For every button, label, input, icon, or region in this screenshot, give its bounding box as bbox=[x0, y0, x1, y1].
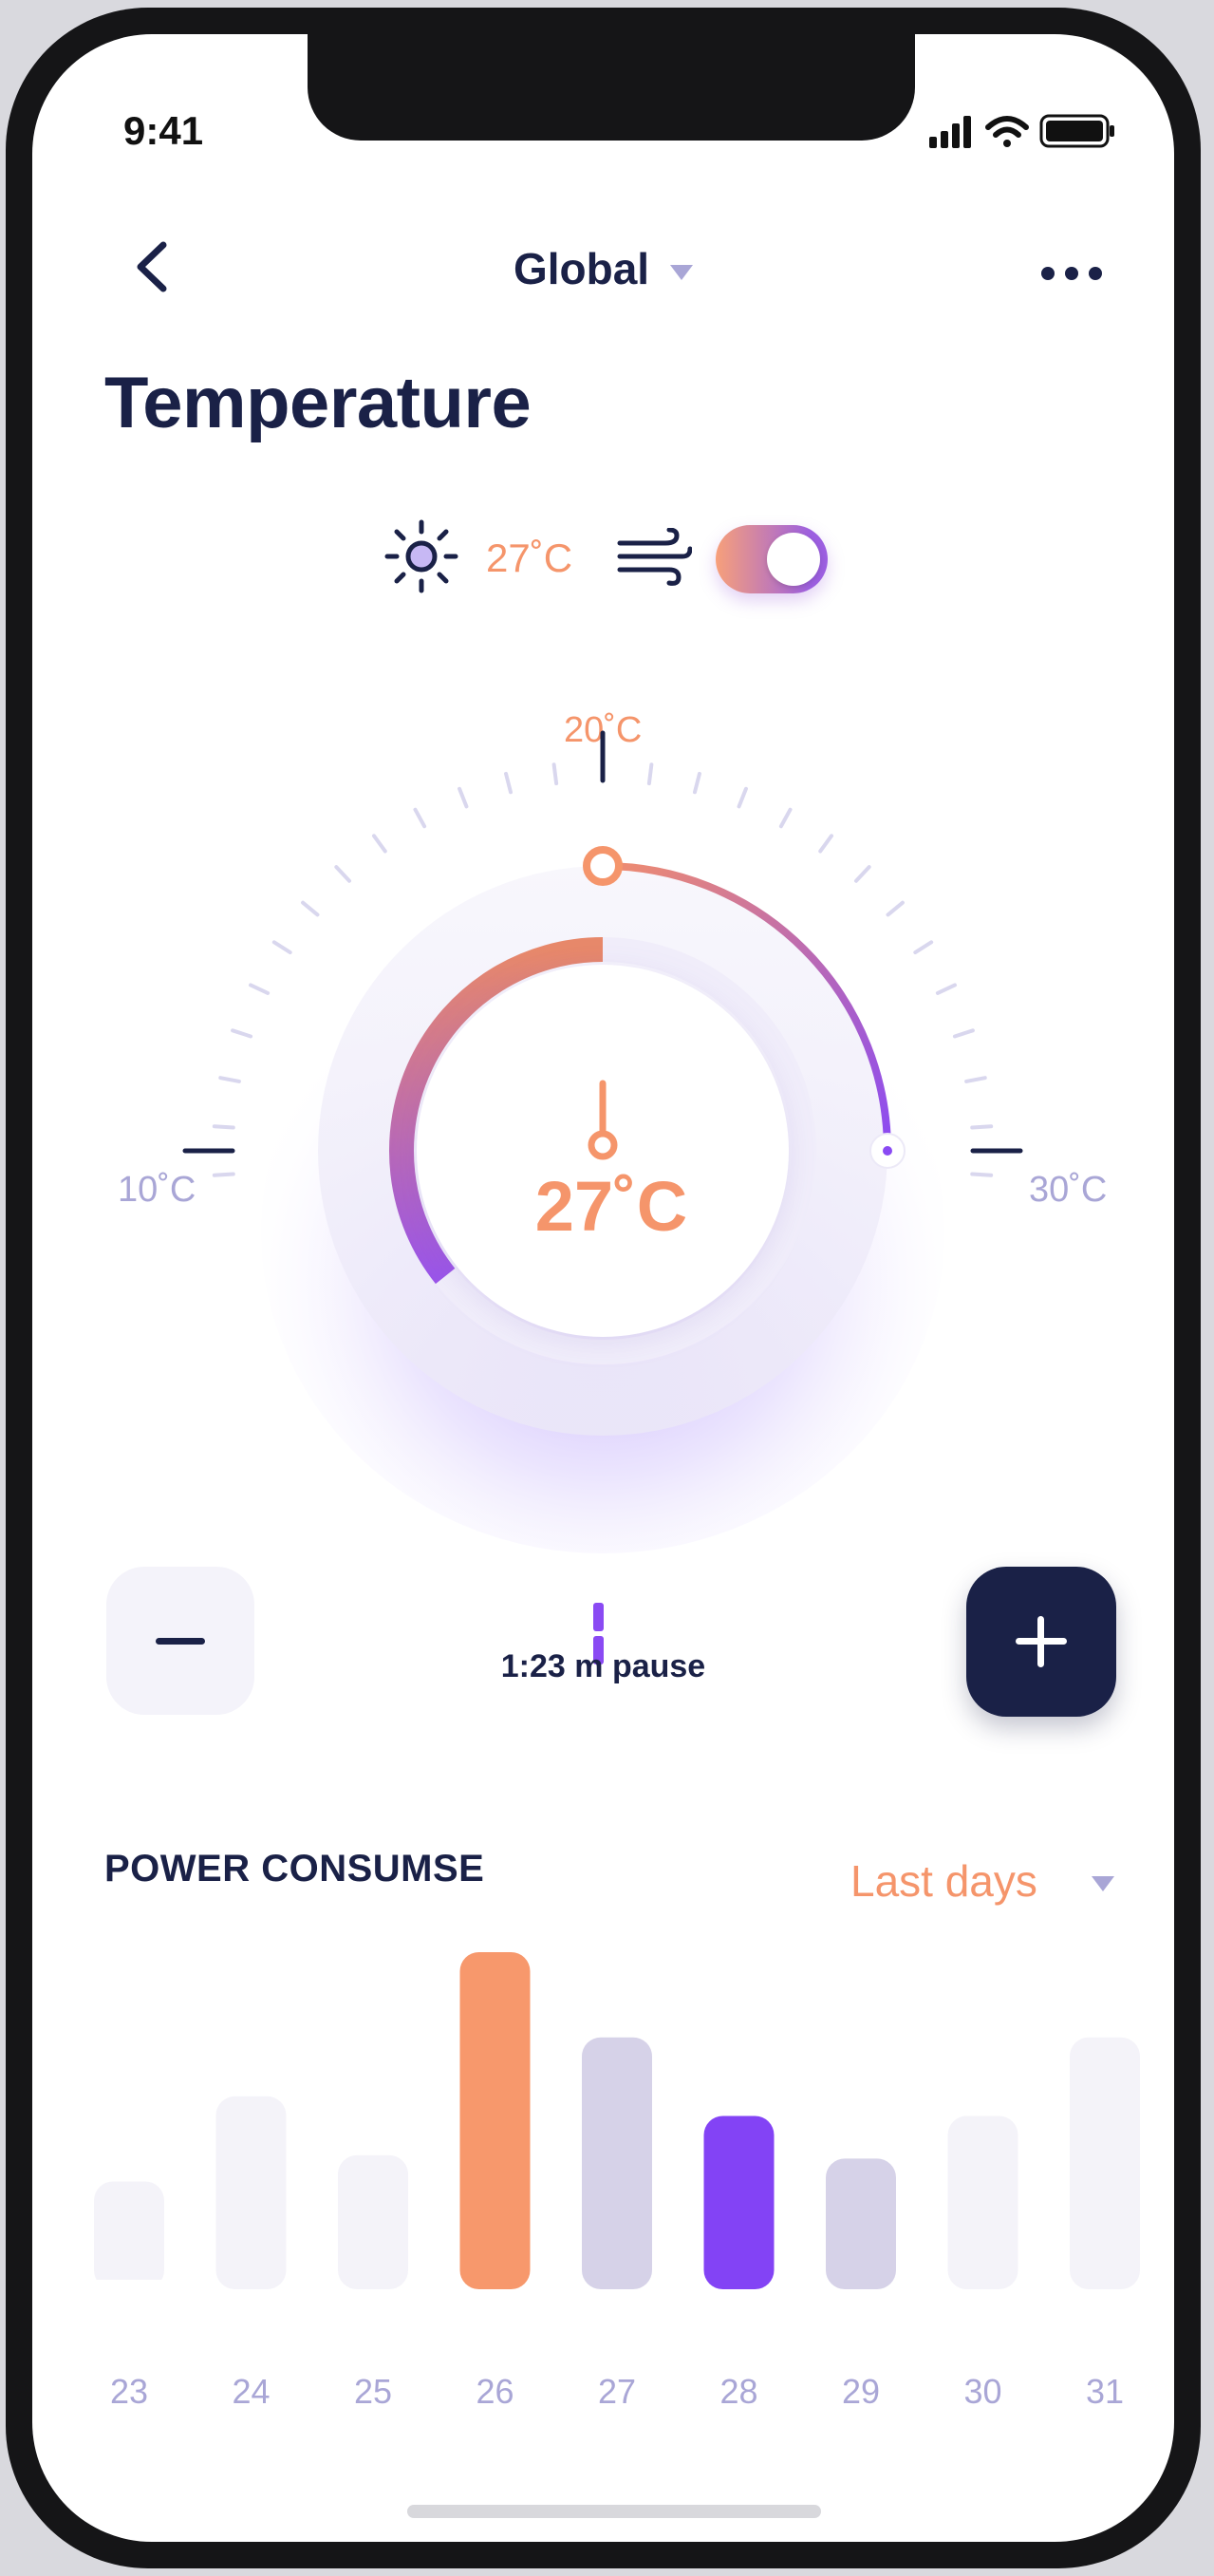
home-indicator[interactable] bbox=[407, 2505, 821, 2518]
chart-x-label: 30 bbox=[963, 2372, 1001, 2411]
minus-icon bbox=[156, 1637, 205, 1645]
signal-icon bbox=[929, 116, 971, 148]
chart-bar bbox=[703, 2115, 775, 2289]
chart-x-label: 23 bbox=[110, 2372, 148, 2411]
location-dropdown[interactable]: Global bbox=[32, 243, 1174, 294]
dial-tick bbox=[551, 762, 559, 786]
status-icons bbox=[929, 114, 1114, 148]
chart-x-label: 28 bbox=[719, 2372, 757, 2411]
dial-tick bbox=[646, 762, 654, 786]
chart-bar bbox=[826, 2158, 896, 2289]
chart-x-label: 29 bbox=[842, 2372, 880, 2411]
page-title: Temperature bbox=[104, 363, 532, 443]
chart-x-label: 31 bbox=[1086, 2372, 1124, 2411]
pause-icon[interactable] bbox=[593, 1603, 622, 1664]
dial-tick bbox=[231, 1028, 253, 1039]
ac-power-toggle[interactable] bbox=[716, 525, 828, 593]
chart-bar bbox=[947, 2115, 1018, 2289]
filter-caret-icon[interactable] bbox=[1092, 1876, 1114, 1891]
period-filter[interactable]: Last days bbox=[850, 1855, 1037, 1907]
increase-button[interactable] bbox=[966, 1567, 1116, 1717]
dial-tick bbox=[935, 983, 957, 995]
dial-tick bbox=[970, 1124, 994, 1130]
chart-x-label: 25 bbox=[354, 2372, 392, 2411]
toggle-knob bbox=[767, 533, 820, 586]
dial-tick bbox=[778, 807, 793, 829]
section-title: POWER CONSUMSE bbox=[104, 1848, 485, 1890]
dial-tick bbox=[952, 1028, 975, 1039]
dial-tick bbox=[737, 786, 748, 809]
dial-tick bbox=[818, 834, 833, 854]
dial-tick bbox=[886, 900, 905, 917]
dial-tick bbox=[372, 834, 387, 854]
dial-tick bbox=[271, 940, 292, 955]
chart-bar bbox=[582, 2037, 652, 2289]
dial-tick bbox=[970, 1172, 994, 1177]
dropdown-caret-icon bbox=[670, 264, 694, 280]
dial-tick bbox=[853, 865, 871, 883]
chart-bar bbox=[338, 2154, 408, 2289]
decrease-button[interactable] bbox=[106, 1567, 254, 1715]
dial-tick bbox=[218, 1076, 241, 1083]
dial-tick bbox=[249, 983, 271, 995]
screen: 9:41 Global Temperature 27˚C 20˚C 10˚C 3… bbox=[32, 34, 1174, 2542]
power-chart: 23 24 25 26 27 28 29 30 31 bbox=[32, 1952, 1174, 2411]
chart-x-label: 26 bbox=[476, 2372, 514, 2411]
chart-bar bbox=[459, 1952, 531, 2289]
dial-tick bbox=[458, 786, 469, 809]
start-handle bbox=[583, 846, 623, 886]
dial-tick bbox=[301, 900, 320, 917]
notch bbox=[308, 34, 915, 141]
sun-icon bbox=[384, 519, 458, 593]
chart-x-label: 24 bbox=[232, 2372, 270, 2411]
phone-frame: 9:41 Global Temperature 27˚C 20˚C 10˚C 3… bbox=[6, 8, 1201, 2568]
dial-tick bbox=[413, 807, 427, 829]
dial-center bbox=[417, 965, 789, 1337]
location-label: Global bbox=[513, 244, 650, 293]
dial-tick bbox=[504, 771, 514, 795]
dial-tick bbox=[913, 940, 934, 955]
battery-icon bbox=[1039, 114, 1114, 148]
dial-tick bbox=[212, 1172, 235, 1177]
wind-icon bbox=[617, 528, 692, 586]
chart-bar bbox=[1070, 2037, 1140, 2289]
chart-x-label: 27 bbox=[598, 2372, 636, 2411]
temperature-dial[interactable] bbox=[32, 699, 1174, 1553]
outdoor-temperature: 27˚C bbox=[486, 536, 573, 580]
current-temperature: 27˚C bbox=[534, 1167, 688, 1246]
chart-bar bbox=[215, 2096, 287, 2289]
end-handle bbox=[869, 1133, 906, 1169]
chart-bar bbox=[94, 2181, 164, 2289]
dial-tick bbox=[212, 1124, 235, 1130]
wifi-icon bbox=[985, 116, 1029, 147]
more-options-icon[interactable] bbox=[1038, 262, 1105, 285]
dial-tick bbox=[964, 1076, 987, 1083]
dial-tick bbox=[692, 771, 701, 795]
dial-tick bbox=[334, 865, 352, 883]
status-time: 9:41 bbox=[123, 108, 204, 153]
